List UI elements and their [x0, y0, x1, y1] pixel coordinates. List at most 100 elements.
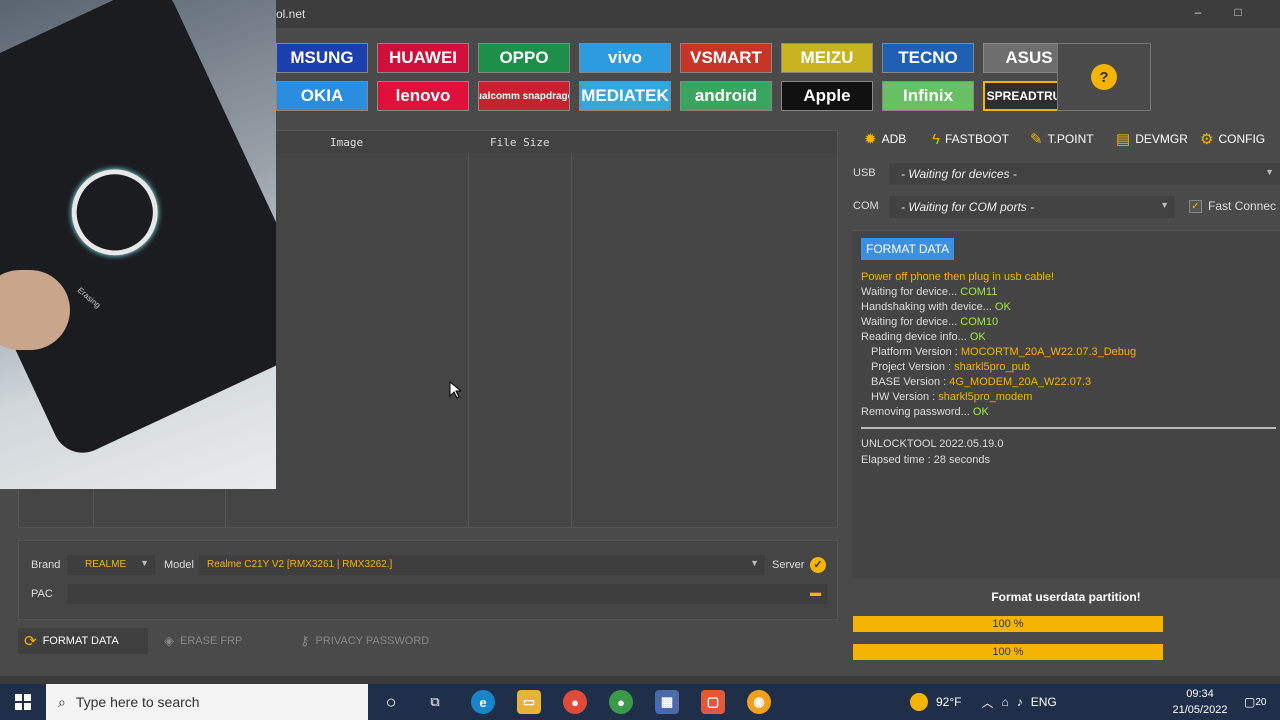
column-divider — [468, 153, 469, 527]
brand-button-vivo[interactable]: vivo — [579, 43, 671, 73]
webcam-overlay-photo: Erasing — [0, 0, 276, 489]
window-title: ol.net — [276, 7, 306, 21]
help-icon: ? — [1091, 64, 1117, 90]
start-button[interactable] — [0, 684, 46, 720]
file-explorer-icon[interactable]: ▭ — [517, 690, 541, 714]
version-info: UNLOCKTOOL 2022.05.19.0 Elapsed time : 2… — [861, 436, 1003, 468]
format-data-button[interactable]: ⟳ FORMAT DATA — [18, 628, 148, 654]
log-separator — [861, 427, 1276, 429]
brand-button-android[interactable]: android — [680, 81, 772, 111]
app-icon[interactable]: ▦ — [655, 690, 679, 714]
log-line: Waiting for device... COM10 — [861, 316, 999, 328]
folder-icon[interactable]: ▬ — [810, 587, 821, 599]
column-divider — [571, 153, 572, 527]
brand-button-qualcomm-snapdragon[interactable]: Qualcomm snapdragon — [478, 81, 570, 111]
system-tray: 92°F ︿ ⌂ ♪ ENG — [910, 684, 1057, 720]
search-icon: ⌕ — [58, 693, 66, 710]
privacy-password-button[interactable]: ⚷ PRIVACY PASSWORD — [294, 628, 444, 654]
brand-button-infinix[interactable]: Infinix — [882, 81, 974, 111]
brand-button-huawei[interactable]: HUAWEI — [377, 43, 469, 73]
erase-frp-button[interactable]: ◈ ERASE FRP — [158, 628, 268, 654]
brand-button-apple[interactable]: Apple — [781, 81, 873, 111]
gear-icon: ⚙ — [1200, 131, 1214, 148]
log-line: Removing password... OK — [861, 406, 989, 418]
log-panel: FORMAT DATA Power off phone then plug in… — [852, 230, 1280, 578]
brand-label: Brand — [31, 559, 61, 571]
windows-icon — [15, 694, 31, 710]
chevron-down-icon: ▼ — [750, 558, 759, 568]
phone-image: Erasing — [0, 0, 276, 463]
cortana-icon[interactable]: ○ — [379, 690, 403, 714]
pac-label: PAC — [31, 588, 53, 600]
server-label: Server — [772, 559, 805, 571]
brand-button-vsmart[interactable]: VSMART — [680, 43, 772, 73]
search-placeholder: Type here to search — [75, 694, 200, 710]
key-icon: ⚷ — [300, 633, 310, 648]
chevron-up-icon[interactable]: ︿ — [981, 694, 993, 711]
privacy-password-label: PRIVACY PASSWORD — [315, 635, 430, 647]
chrome-profile-icon[interactable]: ● — [609, 690, 633, 714]
lightning-icon: ϟ — [932, 130, 940, 148]
app-icon[interactable]: ▢ — [701, 690, 725, 714]
brand-button-tecno[interactable]: TECNO — [882, 43, 974, 73]
usb-device-dropdown[interactable]: - Waiting for devices - ▼ — [889, 163, 1280, 185]
brand-button-meizu[interactable]: MEIZU — [781, 43, 873, 73]
mouse-cursor-icon — [449, 381, 461, 399]
log-output: Power off phone then plug in usb cable! … — [861, 270, 1136, 420]
model-label: Model — [164, 559, 194, 571]
volume-icon[interactable]: ♪ — [1017, 695, 1023, 709]
notification-center[interactable]: ▢ 20 — [1244, 684, 1266, 720]
log-line: Power off phone then plug in usb cable! — [861, 271, 1055, 283]
tab-fastboot[interactable]: ϟ FASTBOOT — [932, 126, 1009, 152]
format-data-label: FORMAT DATA — [42, 635, 119, 647]
maximize-button[interactable]: □ — [1230, 5, 1246, 21]
format-icon: ⟳ — [24, 633, 37, 650]
task-view-icon[interactable]: ⧉ — [423, 690, 447, 714]
edge-icon[interactable]: e — [471, 690, 495, 714]
tool-tabs: ✹ ADB ϟ FASTBOOT ✎ T.POINT ▤ DEVMGR ⚙ CONFIG — [852, 126, 1280, 152]
pac-file-field[interactable]: ▬ — [67, 584, 827, 604]
column-image[interactable]: Image — [330, 136, 363, 149]
brand-button-lenovo[interactable]: lenovo — [377, 81, 469, 111]
phone-screen-text: Erasing — [75, 285, 103, 310]
com-row: COM - Waiting for COM ports - ▼ ✓ Fast C… — [852, 195, 1280, 219]
action-bar: ⟳ FORMAT DATA ◈ ERASE FRP ⚷ PRIVACY PASS… — [18, 628, 838, 656]
usb-label: USB — [853, 167, 876, 179]
log-line: Handshaking with device... OK — [861, 301, 1011, 313]
tab-devmgr[interactable]: ▤ DEVMGR — [1116, 126, 1188, 152]
model-dropdown[interactable]: Realme C21Y V2 [RMX3261 | RMX3262.] ▼ — [199, 555, 765, 575]
tab-config[interactable]: ⚙ CONFIG — [1200, 126, 1265, 152]
minimize-button[interactable]: – — [1190, 5, 1206, 21]
erase-frp-label: ERASE FRP — [180, 635, 243, 647]
language-indicator[interactable]: ENG — [1031, 695, 1057, 709]
usb-value: - Waiting for devices - — [901, 167, 1017, 181]
clock[interactable]: 09:34 21/05/2022 — [1168, 686, 1232, 718]
fast-connect-checkbox[interactable]: ✓ — [1189, 200, 1202, 213]
weather-icon — [910, 693, 928, 711]
brand-button-oppo[interactable]: OPPO — [478, 43, 570, 73]
tab-label: FASTBOOT — [944, 132, 1009, 146]
chevron-down-icon: ▼ — [1265, 167, 1274, 177]
com-port-dropdown[interactable]: - Waiting for COM ports - ▼ — [889, 196, 1175, 218]
tab-tpoint[interactable]: ✎ T.POINT — [1030, 126, 1094, 152]
bug-icon: ✹ — [864, 131, 877, 148]
chrome-icon[interactable]: ● — [563, 690, 587, 714]
brand-dropdown[interactable]: REALME ▼ — [67, 555, 155, 575]
tab-label: CONFIG — [1218, 132, 1266, 146]
app-version: 2022.05.19.0 — [939, 438, 1004, 450]
column-file-size[interactable]: File Size — [490, 136, 550, 149]
tab-adb[interactable]: ✹ ADB — [864, 126, 906, 152]
weather-temp[interactable]: 92°F — [936, 695, 961, 709]
brand-button-msung[interactable]: MSUNG — [276, 43, 368, 73]
taskbar-search[interactable]: ⌕ Type here to search — [46, 684, 368, 720]
brand-button-mediatek[interactable]: MEDIATEK — [579, 81, 671, 111]
fast-connect-label: Fast Connec — [1208, 199, 1277, 213]
notification-icon: ▢ — [1244, 695, 1256, 709]
network-icon[interactable]: ⌂ — [1002, 695, 1009, 709]
log-line: Project Version : sharkl5pro_pub — [871, 361, 1030, 373]
chevron-down-icon: ▼ — [140, 558, 149, 568]
brand-selector: MSUNG HUAWEI OPPO vivo VSMART MEIZU TECNO ASUS O… — [276, 43, 1075, 113]
unlocktool-icon[interactable]: ◉ — [747, 690, 771, 714]
help-button[interactable]: ? — [1057, 43, 1151, 111]
brand-button-okia[interactable]: OKIA — [276, 81, 368, 111]
